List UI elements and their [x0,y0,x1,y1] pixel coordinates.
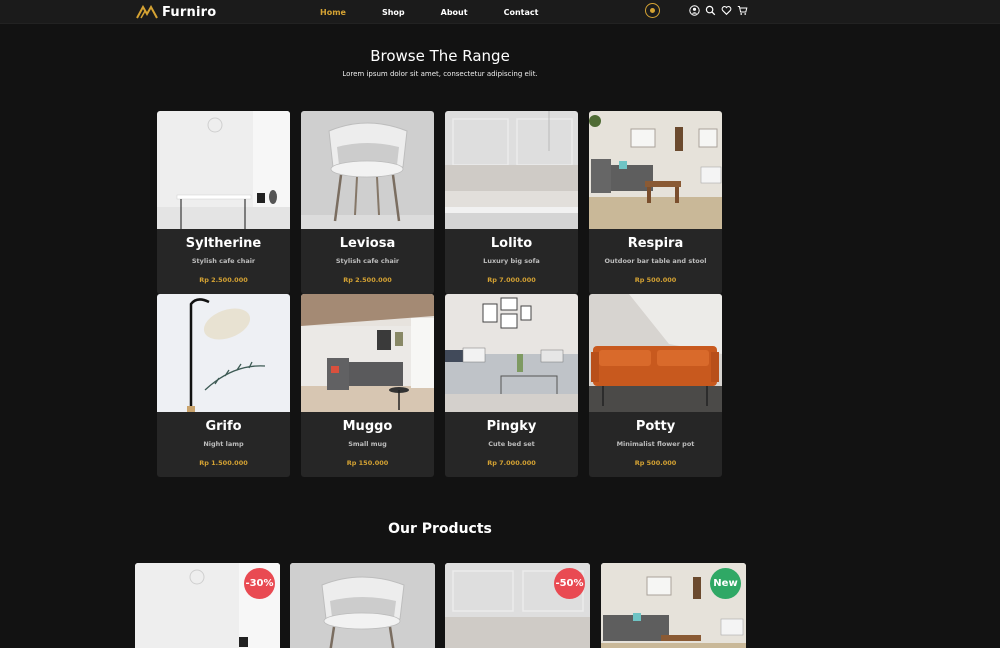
product-desc: Stylish cafe chair [191,257,256,265]
browse-subtitle: Lorem ipsum dolor sit amet, consectetur … [342,70,538,78]
product-price: Rp 150.000 [346,459,389,467]
product-desc: Night lamp [203,440,244,448]
brand-name: Furniro [162,4,217,20]
nav-contact[interactable]: Contact [504,8,539,17]
product-price: Rp 500.000 [634,276,677,284]
discount-badge: -30% [244,568,275,599]
product-image [290,563,435,648]
product-card[interactable] [290,563,435,648]
product-name: Muggo [342,419,393,434]
sun-icon [650,8,655,13]
range-card-muggo[interactable]: Muggo Small mug Rp 150.000 [301,294,434,477]
range-card-grifo[interactable]: Grifo Night lamp Rp 1.500.000 [157,294,290,477]
range-card-syltherine[interactable]: Syltherine Stylish cafe chair Rp 2.500.0… [157,111,290,294]
nav-home[interactable]: Home [320,8,346,17]
product-price: Rp 7.000.000 [487,276,536,284]
product-price: Rp 2.500.000 [199,276,248,284]
product-image [157,294,290,412]
product-name: Leviosa [339,236,396,251]
range-card-potty[interactable]: Potty Minimalist flower pot Rp 500.000 [589,294,722,477]
header-actions [689,4,748,16]
product-price: Rp 500.000 [634,459,677,467]
product-card[interactable]: -30% [135,563,280,648]
product-name: Lolito [490,236,533,251]
product-name: Respira [627,236,684,251]
product-price: Rp 1.500.000 [199,459,248,467]
product-desc: Cute bed set [488,440,535,448]
product-name: Grifo [205,419,242,434]
product-desc: Stylish cafe chair [335,257,400,265]
product-image [157,111,290,229]
nav-shop[interactable]: Shop [382,8,405,17]
product-image [301,111,434,229]
browse-title: Browse The Range [370,47,510,65]
top-navbar: Furniro Home Shop About Contact [0,0,1000,24]
range-card-respira[interactable]: Respira Outdoor bar table and stool Rp 5… [589,111,722,294]
page: Furniro Home Shop About Contact Browse T… [0,0,1000,648]
product-card[interactable]: New [601,563,746,648]
product-image [589,111,722,229]
discount-badge: -50% [554,568,585,599]
cart-icon[interactable] [737,5,748,16]
nav-about[interactable]: About [441,8,468,17]
product-name: Potty [635,419,676,434]
product-name: Syltherine [185,236,262,251]
range-card-lolito[interactable]: Lolito Luxury big sofa Rp 7.000.000 [445,111,578,294]
range-card-pingky[interactable]: Pingky Cute bed set Rp 7.000.000 [445,294,578,477]
product-desc: Outdoor bar table and stool [604,257,707,265]
product-card[interactable]: -50% [445,563,590,648]
range-card-leviosa[interactable]: Leviosa Stylish cafe chair Rp 2.500.000 [301,111,434,294]
product-image [445,294,578,412]
products-title: Our Products [388,521,492,537]
product-image [301,294,434,412]
product-image [445,111,578,229]
brand-logo[interactable]: Furniro [136,2,216,22]
product-desc: Luxury big sofa [483,257,540,265]
product-desc: Small mug [348,440,387,448]
logo-icon [136,5,158,19]
user-icon[interactable] [689,4,700,16]
theme-toggle-button[interactable] [645,3,660,18]
heart-icon[interactable] [721,5,732,16]
product-desc: Minimalist flower pot [616,440,695,448]
search-icon[interactable] [705,5,716,16]
product-price: Rp 7.000.000 [487,459,536,467]
new-badge: New [710,568,741,599]
product-price: Rp 2.500.000 [343,276,392,284]
product-image [589,294,722,412]
main-nav: Home Shop About Contact [320,0,538,24]
product-name: Pingky [486,419,537,434]
